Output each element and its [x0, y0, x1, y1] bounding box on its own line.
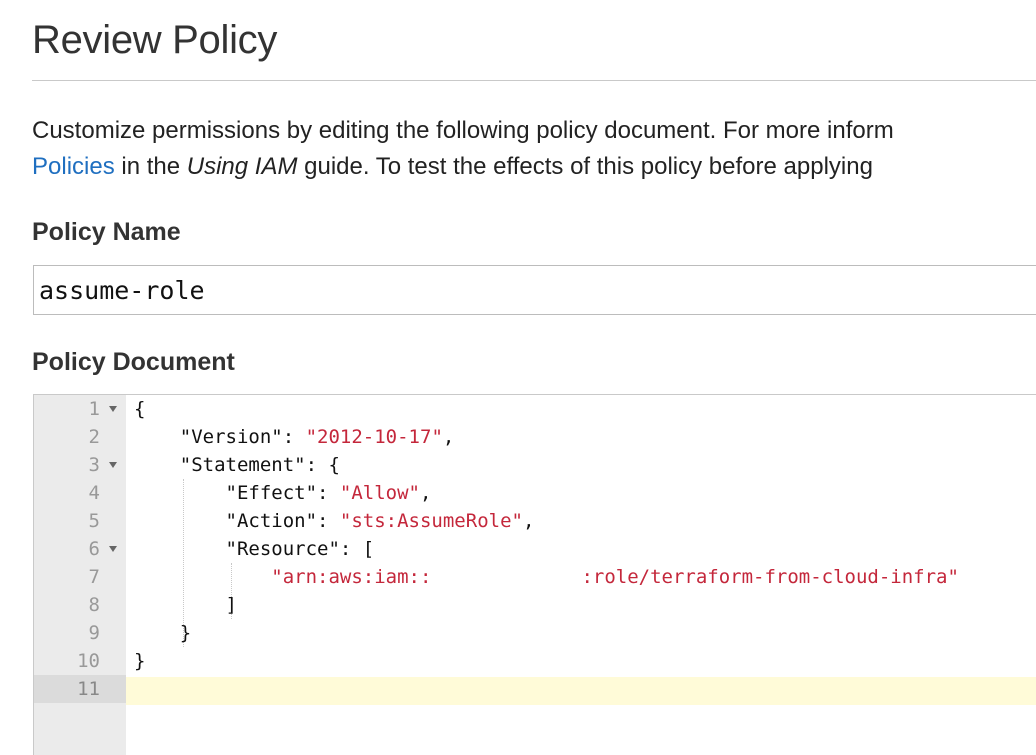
page-title: Review Policy	[32, 18, 278, 62]
policy-name-input[interactable]	[33, 265, 1036, 315]
line-number: 9	[88, 622, 100, 644]
code-line-5: "Action": "sts:AssumeRole",	[225, 510, 535, 532]
policy-description: Customize permissions by editing the fol…	[32, 113, 1036, 185]
policies-link[interactable]: Policies	[32, 153, 115, 180]
description-text: in the	[114, 153, 187, 180]
code-line-3: "Statement": {	[179, 454, 340, 476]
line-number: 8	[88, 594, 100, 616]
line-number: 2	[88, 426, 100, 448]
line-number: 5	[88, 510, 100, 532]
description-line-2: Policies in the Using IAM guide. To test…	[32, 149, 1036, 185]
code-line-4: "Effect": "Allow",	[225, 482, 432, 504]
code-line-7: "arn:aws:iam:::role/terraform-from-cloud…	[271, 566, 959, 588]
policy-document-editor[interactable]: 1 2 3 4 5 6 7 8 9 10 11 { "Version": "20…	[33, 394, 1036, 755]
fold-arrow-icon[interactable]	[109, 406, 117, 412]
description-line-1: Customize permissions by editing the fol…	[32, 117, 894, 144]
line-number-gutter: 1 2 3 4 5 6 7 8 9 10 11	[34, 395, 126, 755]
code-line-8: ]	[225, 594, 237, 616]
fold-arrow-icon[interactable]	[109, 462, 117, 468]
policy-name-label: Policy Name	[32, 218, 181, 246]
fold-arrow-icon[interactable]	[109, 546, 117, 552]
line-number: 3	[34, 451, 126, 479]
code-line-1: {	[134, 398, 146, 420]
line-number: 4	[88, 482, 100, 504]
code-line-2: "Version": "2012-10-17",	[179, 426, 455, 448]
line-number: 6	[34, 535, 126, 563]
description-text: guide. To test the effects of this polic…	[297, 153, 873, 180]
using-iam-guide-text: Using IAM	[186, 153, 298, 180]
line-number: 7	[88, 566, 100, 588]
line-number: 10	[77, 650, 100, 672]
code-line-6: "Resource": [	[225, 538, 375, 560]
title-divider	[32, 80, 1036, 81]
line-number-active: 11	[34, 675, 126, 703]
policy-document-label: Policy Document	[32, 348, 235, 376]
line-number: 1	[34, 395, 126, 423]
code-line-9: }	[179, 622, 192, 644]
code-line-10: }	[134, 650, 146, 672]
active-line-highlight	[126, 677, 1036, 705]
